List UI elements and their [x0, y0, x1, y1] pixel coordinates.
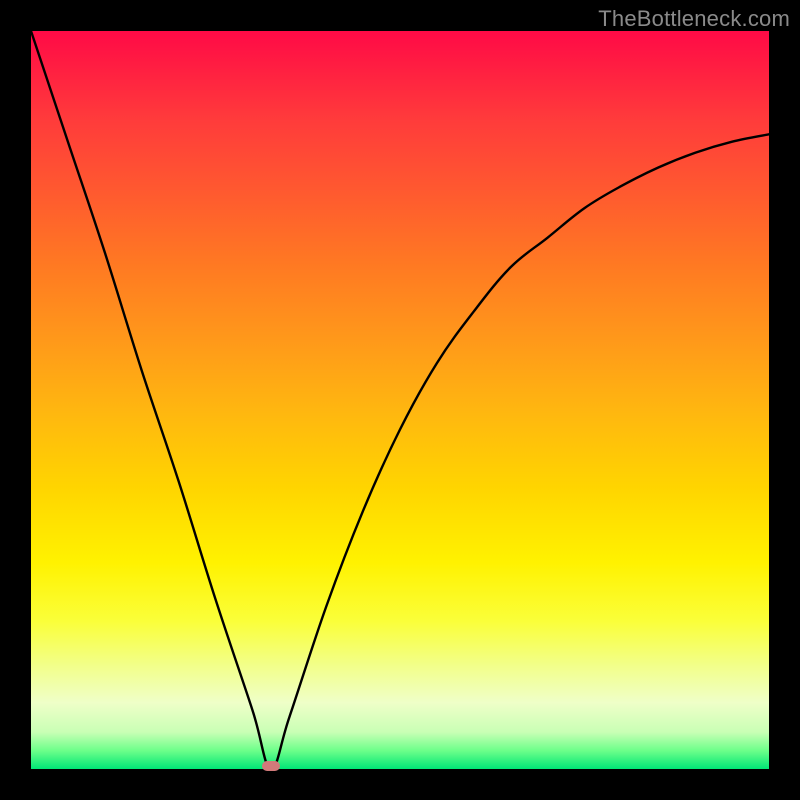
watermark-text: TheBottleneck.com [598, 6, 790, 32]
curve-line [31, 31, 769, 769]
plot-area [31, 31, 769, 769]
chart-frame: TheBottleneck.com [0, 0, 800, 800]
minimum-marker [262, 761, 280, 771]
